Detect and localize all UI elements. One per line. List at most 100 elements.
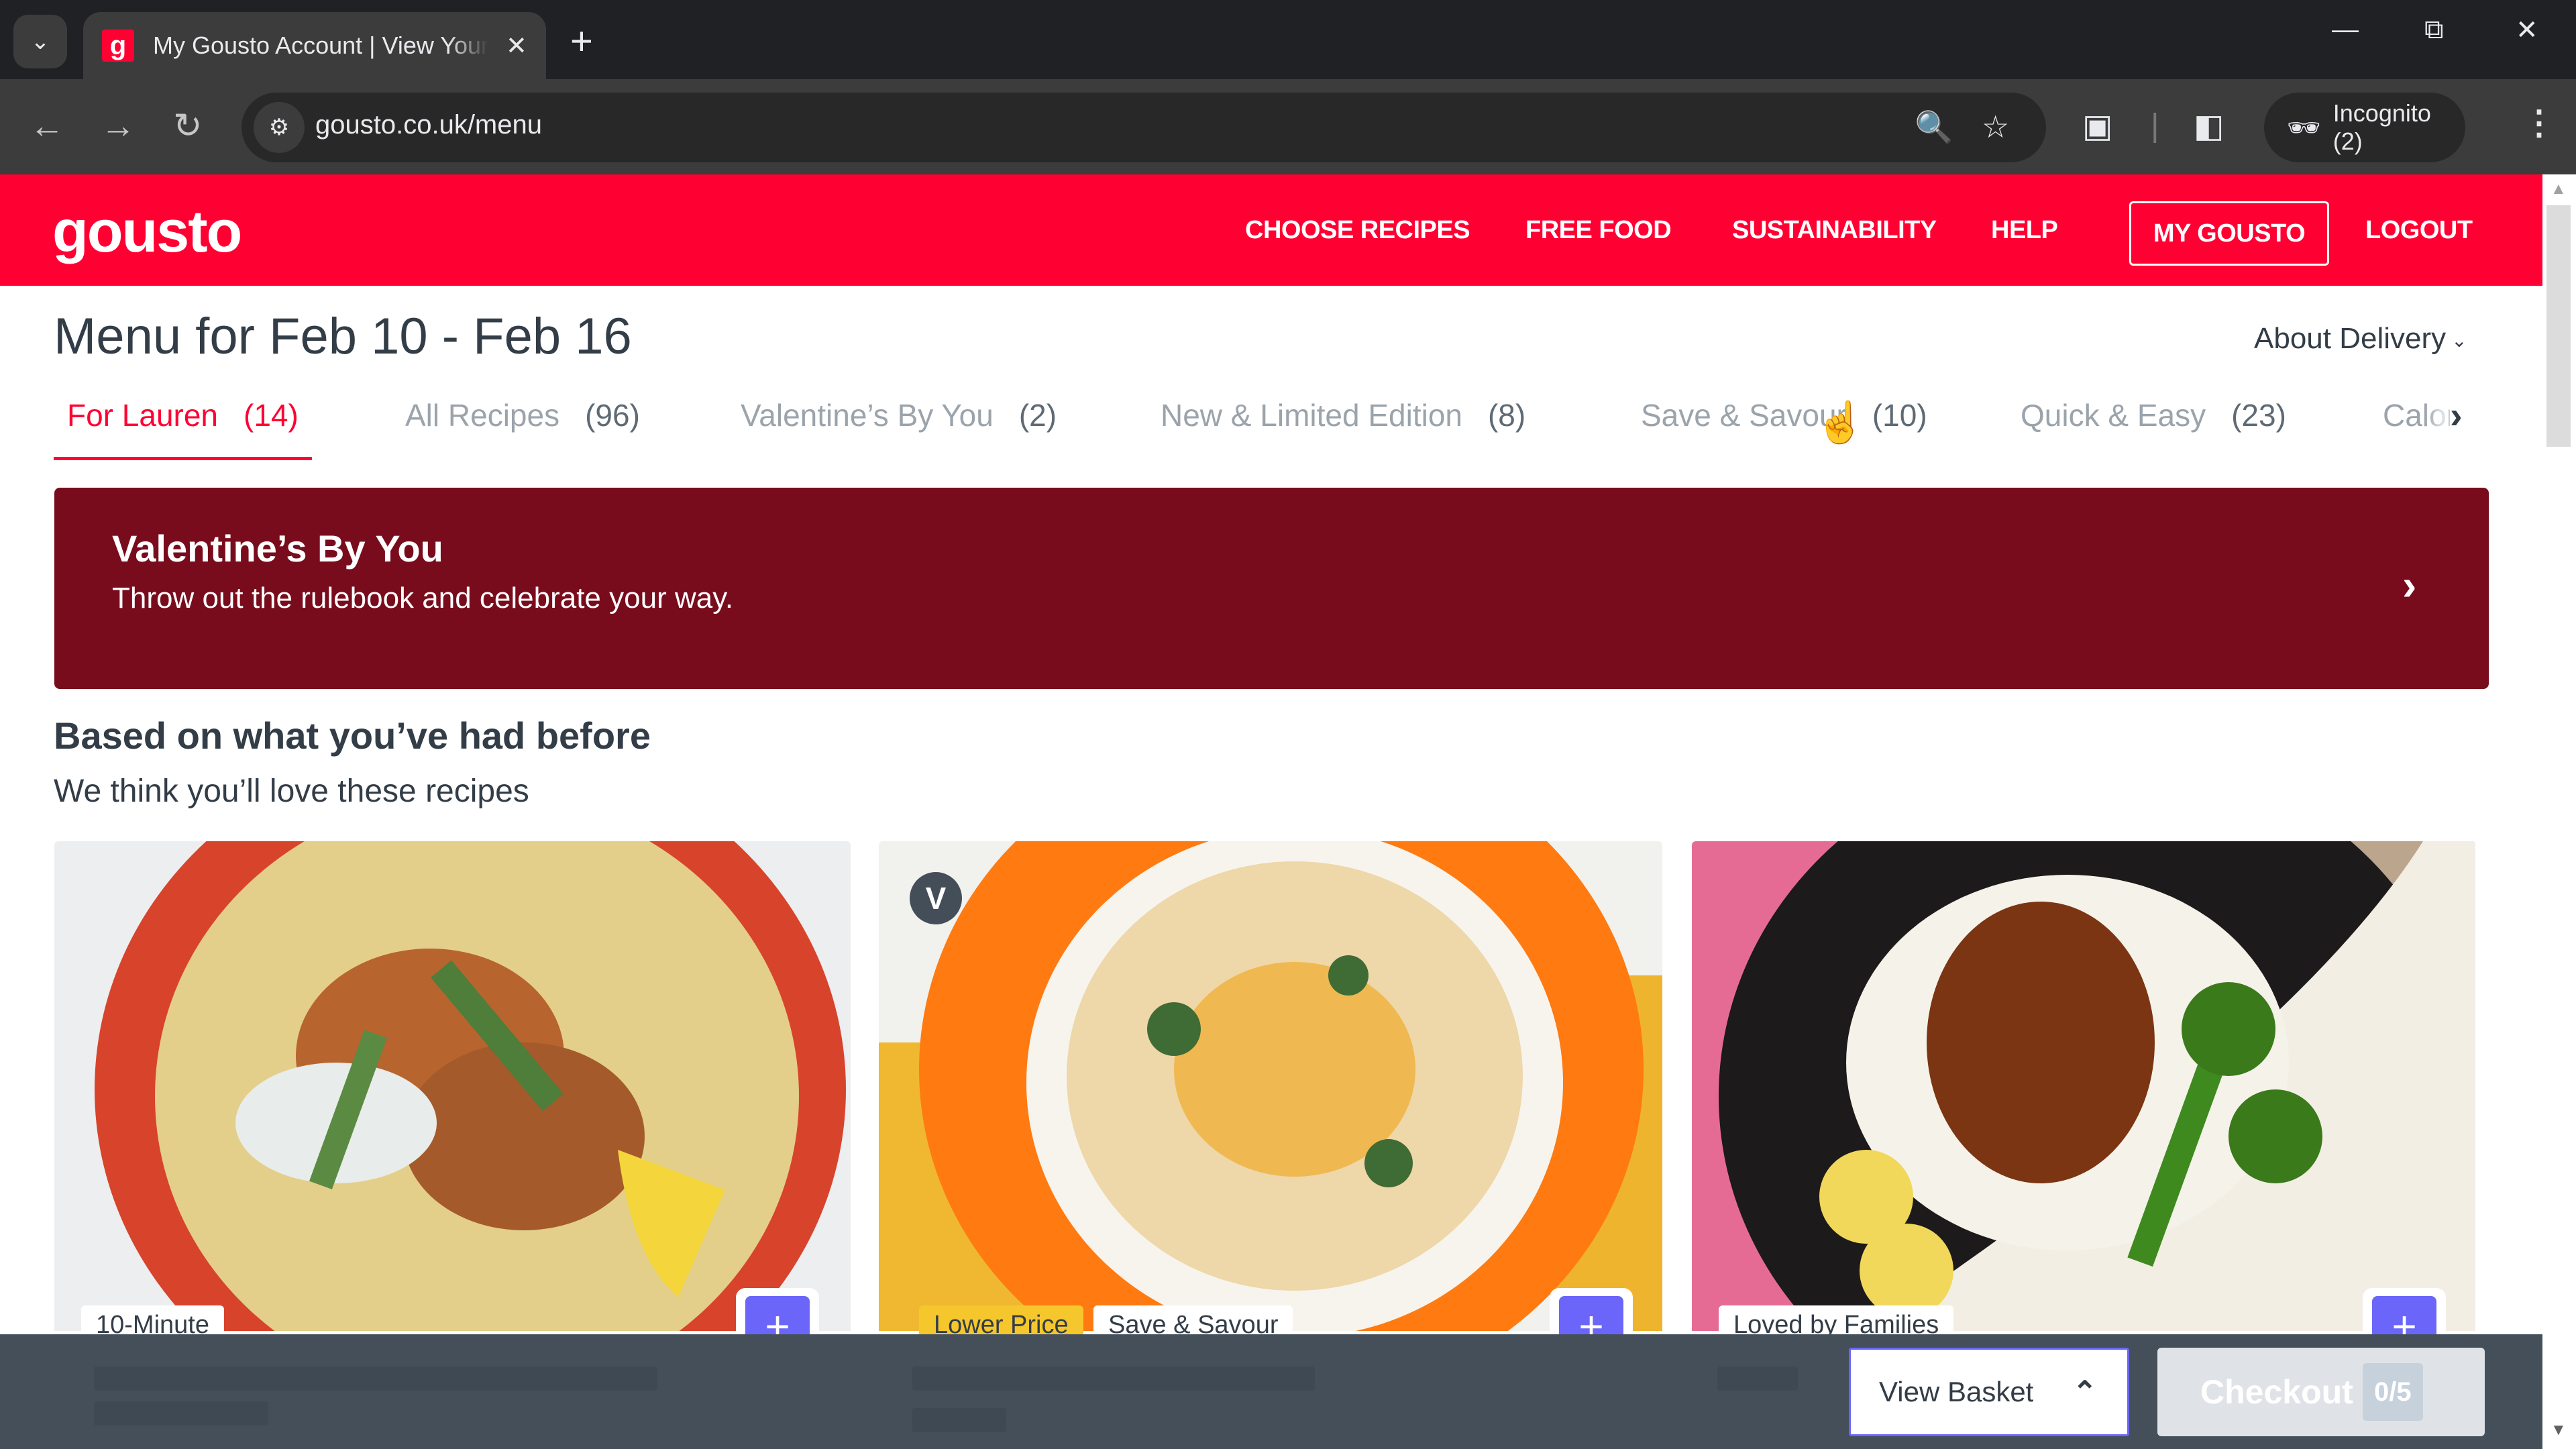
restore-icon: ⧉ bbox=[2424, 15, 2444, 44]
chevron-right-icon: › bbox=[2402, 561, 2417, 609]
site-info-button[interactable]: ⚙ bbox=[254, 102, 305, 153]
obscured-recipe-title bbox=[1717, 1366, 1798, 1391]
add-recipe-button[interactable]: + bbox=[1550, 1288, 1633, 1338]
plus-icon: + bbox=[1559, 1296, 1623, 1338]
recipe-image[interactable] bbox=[1692, 841, 2475, 1331]
side-panel-icon[interactable]: ◧ bbox=[2194, 107, 2224, 145]
tab-count: (10) bbox=[1872, 398, 1927, 433]
minimize-button[interactable]: — bbox=[2332, 15, 2359, 45]
close-tab-icon[interactable]: ✕ bbox=[506, 31, 527, 61]
tab-label: All Recipes bbox=[405, 398, 560, 433]
incognito-label: Incognito (2) bbox=[2332, 99, 2431, 155]
tab-all-recipes[interactable]: All Recipes (96) bbox=[405, 389, 640, 460]
my-gousto-button[interactable]: MY GOUSTO bbox=[2129, 201, 2329, 266]
recipe-card[interactable]: Loved by Families + bbox=[1692, 841, 2475, 1338]
tab-count: (23) bbox=[2231, 398, 2286, 433]
minimize-icon: — bbox=[2332, 15, 2359, 44]
checkout-button[interactable]: Checkout 0/5 bbox=[2157, 1348, 2485, 1436]
arrow-right-icon: → bbox=[101, 107, 136, 146]
zoom-out-icon[interactable]: 🔍 bbox=[1915, 109, 1953, 146]
nav-free-food[interactable]: FREE FOOD bbox=[1525, 216, 1672, 245]
tab-new-limited-edition[interactable]: New & Limited Edition (8) bbox=[1161, 389, 1525, 460]
tab-quick-easy[interactable]: Quick & Easy (23) bbox=[2021, 389, 2286, 460]
back-button[interactable]: ← bbox=[30, 106, 64, 146]
kebab-menu-icon[interactable]: ⋮ bbox=[2522, 103, 2556, 142]
banner-title: Valentine’s By You bbox=[112, 527, 443, 570]
recipe-card[interactable]: V Lower Price Save & Savour + bbox=[879, 841, 1662, 1338]
section-title: Based on what you’ve had before bbox=[54, 714, 651, 757]
logout-link[interactable]: LOGOUT bbox=[2365, 216, 2473, 245]
tab-save-savour[interactable]: Save & Savour (10) bbox=[1641, 389, 1927, 460]
add-recipe-button[interactable]: + bbox=[2363, 1288, 2446, 1338]
view-basket-label: View Basket bbox=[1879, 1376, 2034, 1407]
scroll-down-arrow-icon[interactable]: ▼ bbox=[2551, 1421, 2567, 1440]
recipe-tag: Save & Savour bbox=[1093, 1305, 1293, 1338]
recipe-tag: Lower Price bbox=[919, 1305, 1083, 1338]
recipe-image[interactable] bbox=[54, 841, 851, 1331]
browser-toolbar: ← → ↻ ⚙ gousto.co.uk/menu 🔍 ☆ ▣ | ◧ 🕶 In… bbox=[0, 79, 2576, 174]
nav-help[interactable]: HELP bbox=[1991, 216, 2058, 245]
gousto-logo[interactable]: gousto bbox=[52, 197, 242, 266]
tab-label: For Lauren bbox=[67, 398, 219, 433]
recipe-tag: Loved by Families bbox=[1719, 1305, 1954, 1338]
tab-count: (96) bbox=[585, 398, 640, 433]
tab-count: (8) bbox=[1487, 398, 1526, 433]
about-delivery-dropdown[interactable]: About Delivery ⌄ bbox=[2254, 322, 2467, 356]
view-basket-button[interactable]: View Basket ⌃ bbox=[1849, 1348, 2129, 1436]
close-window-button[interactable]: ✕ bbox=[2516, 15, 2538, 46]
chevron-up-icon: ⌃ bbox=[2072, 1375, 2098, 1409]
arrow-left-icon: ← bbox=[30, 107, 64, 146]
url-text[interactable]: gousto.co.uk/menu bbox=[315, 110, 542, 140]
browser-tab-active[interactable]: g My Gousto Account | View Your ✕ bbox=[83, 12, 546, 79]
obscured-recipe-meta bbox=[912, 1408, 1006, 1432]
nav-choose-recipes[interactable]: CHOOSE RECIPES bbox=[1245, 216, 1470, 245]
section-subtitle: We think you’ll love these recipes bbox=[54, 773, 529, 809]
obscured-recipe-title bbox=[94, 1366, 657, 1391]
tab-calorie-partial[interactable]: Calor bbox=[2383, 389, 2457, 460]
tab-count: (2) bbox=[1018, 398, 1057, 433]
recipe-tag: 10-Minute bbox=[81, 1305, 224, 1338]
close-icon: ✕ bbox=[2516, 15, 2538, 45]
extensions-puzzle-icon[interactable]: ▣ bbox=[2082, 107, 2112, 145]
checkout-label: Checkout bbox=[2200, 1373, 2353, 1411]
incognito-icon: 🕶 bbox=[2287, 113, 2321, 143]
gousto-favicon-icon: g bbox=[102, 30, 134, 62]
restore-button[interactable]: ⧉ bbox=[2424, 15, 2444, 45]
category-tabs: For Lauren (14) All Recipes (96) Valentine… bbox=[54, 389, 2482, 463]
toolbar-divider: | bbox=[2151, 108, 2159, 144]
scroll-up-arrow-icon[interactable]: ▲ bbox=[2551, 180, 2567, 199]
tab-count: (14) bbox=[244, 398, 299, 433]
tab-label: Calor bbox=[2383, 398, 2457, 433]
new-tab-button[interactable]: + bbox=[570, 19, 593, 64]
forward-button[interactable]: → bbox=[101, 106, 136, 146]
recipe-image[interactable] bbox=[879, 841, 1662, 1331]
hand-cursor-icon: ☝ bbox=[1815, 400, 1866, 445]
reload-button[interactable]: ↻ bbox=[173, 106, 203, 146]
recipe-card[interactable]: 10-Minute + bbox=[54, 841, 851, 1338]
tab-search-button[interactable]: ⌄ bbox=[13, 15, 67, 68]
tab-for-lauren[interactable]: For Lauren (14) bbox=[54, 389, 312, 460]
obscured-recipe-title bbox=[912, 1366, 1315, 1391]
reload-icon: ↻ bbox=[173, 107, 203, 146]
basket-bar: View Basket ⌃ Checkout 0/5 bbox=[0, 1334, 2542, 1449]
banner-subtitle: Throw out the rulebook and celebrate you… bbox=[112, 582, 734, 614]
tab-label: Quick & Easy bbox=[2021, 398, 2206, 433]
tab-label: New & Limited Edition bbox=[1161, 398, 1462, 433]
about-delivery-label: About Delivery bbox=[2254, 322, 2447, 355]
tab-title: My Gousto Account | View Your bbox=[153, 32, 488, 59]
tab-valentines-by-you[interactable]: Valentine’s By You (2) bbox=[741, 389, 1057, 460]
tabs-scroll-right-button[interactable]: › bbox=[2450, 393, 2463, 437]
valentines-banner[interactable]: Valentine’s By You Throw out the ruleboo… bbox=[54, 488, 2489, 689]
tune-icon: ⚙ bbox=[268, 115, 290, 140]
page-scrollbar[interactable]: ▲ ▼ bbox=[2542, 174, 2576, 1449]
bookmark-star-icon[interactable]: ☆ bbox=[1982, 109, 2009, 145]
add-recipe-button[interactable]: + bbox=[736, 1288, 819, 1338]
plus-icon: + bbox=[745, 1296, 810, 1338]
site-header: gousto CHOOSE RECIPES FREE FOOD SUSTAINA… bbox=[0, 174, 2542, 286]
address-bar[interactable]: ⚙ gousto.co.uk/menu 🔍 ☆ bbox=[241, 93, 2046, 162]
nav-sustainability[interactable]: SUSTAINABILITY bbox=[1732, 216, 1937, 245]
scrollbar-thumb[interactable] bbox=[2546, 205, 2571, 447]
incognito-indicator[interactable]: 🕶 Incognito (2) bbox=[2264, 93, 2465, 162]
page-title: Menu for Feb 10 - Feb 16 bbox=[54, 308, 632, 365]
chevron-down-icon: ⌄ bbox=[2451, 329, 2467, 351]
